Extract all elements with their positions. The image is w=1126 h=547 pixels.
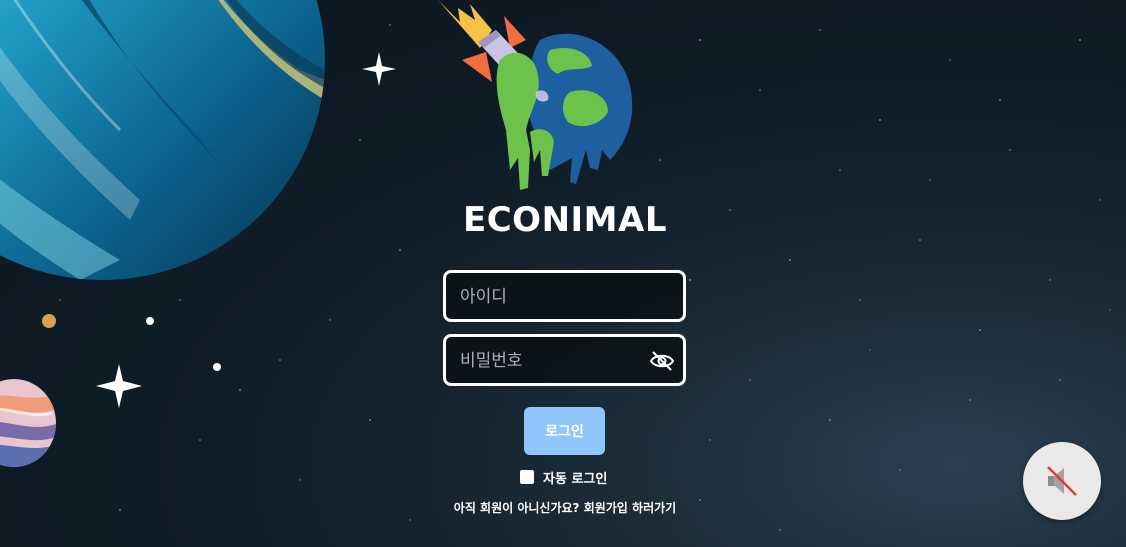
auto-login-label: 자동 로그인 [543,471,608,487]
app-title: ECONIMAL [463,200,667,240]
sparkle-icon [96,364,142,408]
speaker-muted-icon [1047,466,1077,496]
password-field[interactable] [443,334,686,386]
login-screen: ECONIMAL 로그인 자동 로그인 아직 회원이 아니신가요? 회원가입 하… [0,0,1126,547]
econimal-logo [438,0,633,191]
decorative-planet-large [0,0,325,280]
id-input[interactable] [458,273,647,321]
checkbox-icon[interactable] [520,470,534,484]
sparkle-icon [362,52,396,86]
sound-toggle-button[interactable] [1023,442,1101,520]
id-field[interactable] [443,270,686,322]
login-button[interactable]: 로그인 [524,407,605,455]
password-input[interactable] [458,337,647,385]
auto-login-checkbox[interactable]: 자동 로그인 [520,467,607,487]
signup-link[interactable]: 아직 회원이 아니신가요? 회원가입 하러가기 [415,499,715,516]
eye-off-icon[interactable] [649,349,675,373]
decorative-planet-small [0,379,56,467]
